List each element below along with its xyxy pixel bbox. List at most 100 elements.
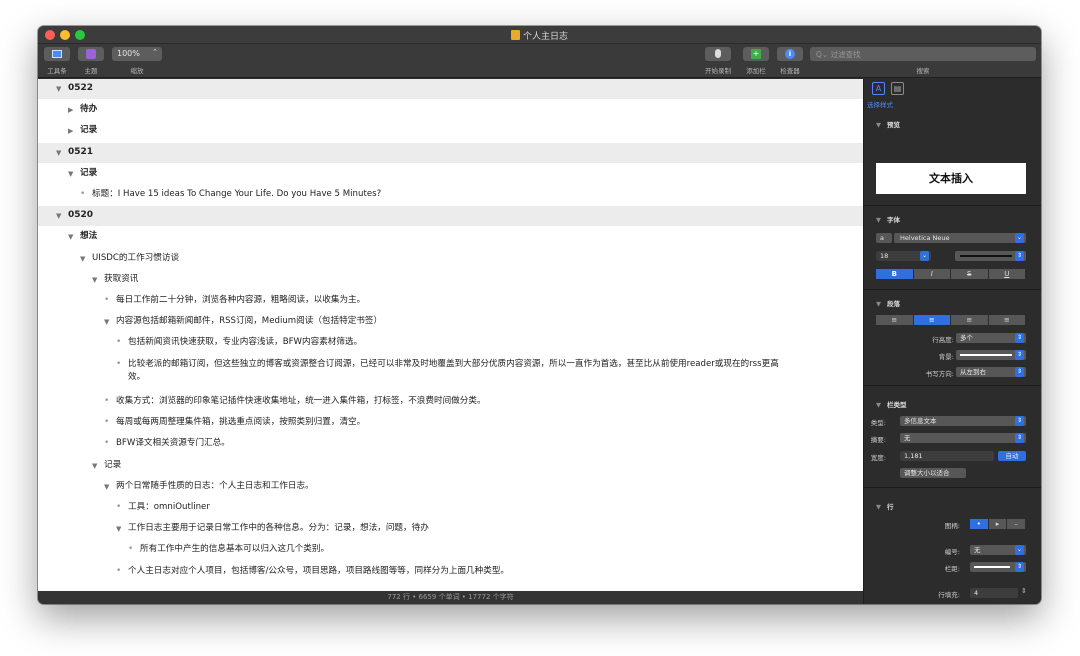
add-column-button[interactable]: + — [743, 47, 769, 61]
outline-row[interactable]: ▶ 待办 — [38, 100, 863, 121]
app-window: 个人主日志 工具条 主题 100% ⌃ 缩放 开始录制 + 添加栏 i 检查器 — [38, 26, 1041, 604]
outline-row-text[interactable]: 比较老派的邮箱订阅，但这些独立的博客或资源整合订阅源，已经可以非常及时地覆盖到大… — [128, 358, 779, 371]
align-center-icon[interactable]: ≡ — [913, 315, 950, 325]
outline-row[interactable]: ▼ 获取资讯 — [38, 270, 863, 291]
tools-button[interactable] — [44, 47, 70, 61]
type-select[interactable]: 多信息文本 ⇕ — [900, 416, 1026, 426]
outline-row-text[interactable]: 收集方式：浏览器的印象笔记插件快速收集地址，统一进入集件箱，打标签，不浪费时间做… — [116, 395, 486, 408]
outline-row-text-continued[interactable]: 效。 — [128, 371, 145, 384]
numbering-select[interactable]: 无 ⌄ — [970, 545, 1026, 555]
outline-row[interactable]: ▼ 内容源包括邮箱新闻邮件，RSS订阅，Medium阅读（包括特定书签） — [38, 312, 863, 333]
outline-row-text[interactable]: 包括新闻资讯快速获取，专业内容浅读，BFW内容素材筛选。 — [128, 336, 362, 349]
outline-row[interactable]: • 收集方式：浏览器的印象笔记插件快速收集地址，统一进入集件箱，打标签，不浪费时间… — [38, 392, 863, 413]
document-tab-icon[interactable]: ▤ — [891, 82, 904, 95]
outline-row-text[interactable]: 工具：omniOutliner — [128, 501, 210, 514]
outline-row[interactable]: ▼ 记录 — [38, 456, 863, 477]
disclosure-expanded-icon[interactable]: ▼ — [68, 231, 73, 244]
outline-row-text[interactable]: UISDC的工作习惯访谈 — [92, 252, 179, 265]
paragraph-section-header[interactable]: ▼ 段落 — [876, 298, 900, 308]
record-button[interactable] — [705, 47, 731, 61]
outline-row[interactable]: • 个人主日志对应个人项目，包括博客/公众号，项目思路，项目路线图等等，同样分为上… — [38, 562, 863, 583]
outline-row-text[interactable]: 0522 — [68, 82, 93, 95]
outline-row-text[interactable]: 每周或每两周整理集件箱，挑选重点阅读，按照类别归置，清空。 — [116, 416, 365, 429]
outline-row[interactable]: ▼ 工作日志主要用于记录日常工作中的各种信息。分为：记录，想法，问题，待办 — [38, 519, 863, 540]
outline-row[interactable]: • BFW译文相关资源专门汇总。 — [38, 434, 863, 455]
outline-row-text[interactable]: 标题：I Have 15 ideas To Change Your Life. … — [92, 188, 381, 201]
outline-row-text[interactable]: 两个日常随手性质的日志：个人主日志和工作日志。 — [116, 480, 314, 493]
outline-row[interactable]: ▼ UISDC的工作习惯访谈 — [38, 249, 863, 270]
font-color-well[interactable]: a — [876, 233, 892, 243]
column-type-section-header[interactable]: ▼ 栏类型 — [876, 399, 907, 409]
font-family-select[interactable]: Helvetica Neue ⌄ — [894, 233, 1026, 243]
row-section-header[interactable]: ▼ 行 — [876, 501, 894, 511]
outline-row-text[interactable]: 待办 — [80, 103, 97, 116]
line-height-select[interactable]: 多个 ⇕ — [956, 333, 1026, 343]
row-padding-stepper[interactable]: ⇕ — [1021, 587, 1027, 595]
outline-row-text[interactable]: 记录 — [80, 124, 97, 137]
summary-select[interactable]: 无 ⇕ — [900, 433, 1026, 443]
outline-row[interactable]: • 每周或每两周整理集件箱，挑选重点阅读，按照类别归置，清空。 — [38, 413, 863, 434]
bold-button[interactable]: B — [876, 269, 913, 279]
outline-row[interactable]: • 标题：I Have 15 ideas To Change Your Life.… — [38, 185, 863, 206]
font-section-header[interactable]: ▼ 字体 — [876, 214, 900, 224]
outline-row-text[interactable]: 0521 — [68, 146, 93, 159]
style-tab-icon[interactable]: A — [872, 82, 885, 95]
outline-row[interactable]: ▼ 记录 — [38, 164, 863, 185]
outline-row-text[interactable]: 获取资讯 — [104, 273, 138, 286]
handle-none-icon[interactable]: – — [1007, 519, 1026, 529]
outline-row-text[interactable]: 0520 — [68, 209, 93, 222]
outline-row-text[interactable]: 个人主日志对应个人项目，包括博客/公众号，项目思路，项目路线图等等，同样分为上面… — [128, 565, 509, 578]
disclosure-expanded-icon[interactable]: ▼ — [104, 316, 109, 329]
preview-section-header[interactable]: ▼ 预览 — [876, 119, 900, 129]
outline-row[interactable]: ▼ 两个日常随手性质的日志：个人主日志和工作日志。 — [38, 477, 863, 498]
italic-button[interactable]: I — [913, 269, 950, 279]
auto-width-button[interactable]: 自动 — [998, 451, 1026, 461]
align-left-icon[interactable]: ≡ — [876, 315, 913, 325]
outline-row-text[interactable]: 想法 — [80, 230, 97, 243]
disclosure-expanded-icon[interactable]: ▼ — [104, 481, 109, 494]
outline-group-row[interactable]: ▼ 0522 — [38, 79, 863, 99]
outline-row[interactable]: • 所有工作中产生的信息基本可以归入这几个类别。 — [38, 540, 863, 561]
handle-arrow-icon[interactable]: ▸ — [988, 519, 1007, 529]
outline-row-text[interactable]: 工作日志主要用于记录日常工作中的各种信息。分为：记录，想法，问题，待办 — [128, 522, 429, 535]
row-padding-field[interactable]: 4 — [970, 588, 1018, 598]
disclosure-expanded-icon[interactable]: ▼ — [92, 274, 97, 287]
strikethrough-button[interactable]: S — [951, 269, 988, 279]
inspector-button[interactable]: i — [777, 47, 803, 61]
outline-row[interactable]: • 比较老派的邮箱订阅，但这些独立的博客或资源整合订阅源，已经可以非常及时地覆盖到… — [38, 355, 863, 391]
align-justify-icon[interactable]: ≡ — [988, 315, 1025, 325]
disclosure-expanded-icon[interactable]: ▼ — [92, 460, 97, 473]
zoom-select[interactable]: 100% ⌃ — [112, 47, 162, 61]
outline-row-text[interactable]: 内容源包括邮箱新闻邮件，RSS订阅，Medium阅读（包括特定书签） — [116, 315, 382, 328]
outline-row-text[interactable]: 每日工作前二十分钟，浏览各种内容源，粗略阅读，以收集为主。 — [116, 294, 365, 307]
disclosure-expanded-icon[interactable]: ▼ — [56, 83, 61, 96]
outline-row[interactable]: • 工具：omniOutliner — [38, 498, 863, 519]
outline-group-row[interactable]: ▼ 0520 — [38, 206, 863, 227]
outline-group-row[interactable]: ▼ 0521 — [38, 142, 863, 163]
disclosure-collapsed-icon[interactable]: ▶ — [68, 125, 73, 138]
disclosure-expanded-icon[interactable]: ▼ — [116, 523, 121, 536]
disclosure-expanded-icon[interactable]: ▼ — [56, 147, 61, 160]
outline-row-text[interactable]: 记录 — [104, 459, 121, 472]
outline-row-text[interactable]: BFW译文相关资源专门汇总。 — [116, 437, 230, 450]
search-input[interactable]: Q⌄ 过滤查找 — [810, 47, 1036, 61]
width-field[interactable]: 1,181 — [900, 451, 994, 461]
disclosure-expanded-icon[interactable]: ▼ — [56, 210, 61, 223]
outline-row[interactable]: • 每日工作前二十分钟，浏览各种内容源，粗略阅读，以收集为主。 — [38, 291, 863, 312]
disclosure-collapsed-icon[interactable]: ▶ — [68, 104, 73, 117]
disclosure-expanded-icon[interactable]: ▼ — [68, 168, 73, 181]
handle-dot-icon[interactable]: • — [970, 519, 988, 529]
outline-row[interactable]: • 包括新闻资讯快速获取，专业内容浅读，BFW内容素材筛选。 — [38, 333, 863, 354]
outline-row[interactable]: ▶ 记录 — [38, 121, 863, 142]
outline-row[interactable]: ▼ 想法 — [38, 227, 863, 248]
underline-button[interactable]: U — [988, 269, 1025, 279]
align-right-icon[interactable]: ≡ — [951, 315, 988, 325]
direction-select[interactable]: 从左到右 ⇕ — [956, 367, 1026, 377]
theme-button[interactable] — [78, 47, 104, 61]
fit-size-button[interactable]: 调整大小以适合 — [900, 468, 966, 478]
outline-row-text[interactable]: 记录 — [80, 167, 97, 180]
font-size-select[interactable]: 18 ⌄ — [876, 251, 931, 261]
disclosure-expanded-icon[interactable]: ▼ — [80, 253, 85, 266]
outline-view[interactable]: ▼ 0522 ▶ 待办 ▶ 记录 ▼ 0521 ▼ 记录 • 标题：I Have 15 ideas T… — [38, 79, 863, 591]
outline-row-text[interactable]: 所有工作中产生的信息基本可以归入这几个类别。 — [140, 543, 329, 556]
